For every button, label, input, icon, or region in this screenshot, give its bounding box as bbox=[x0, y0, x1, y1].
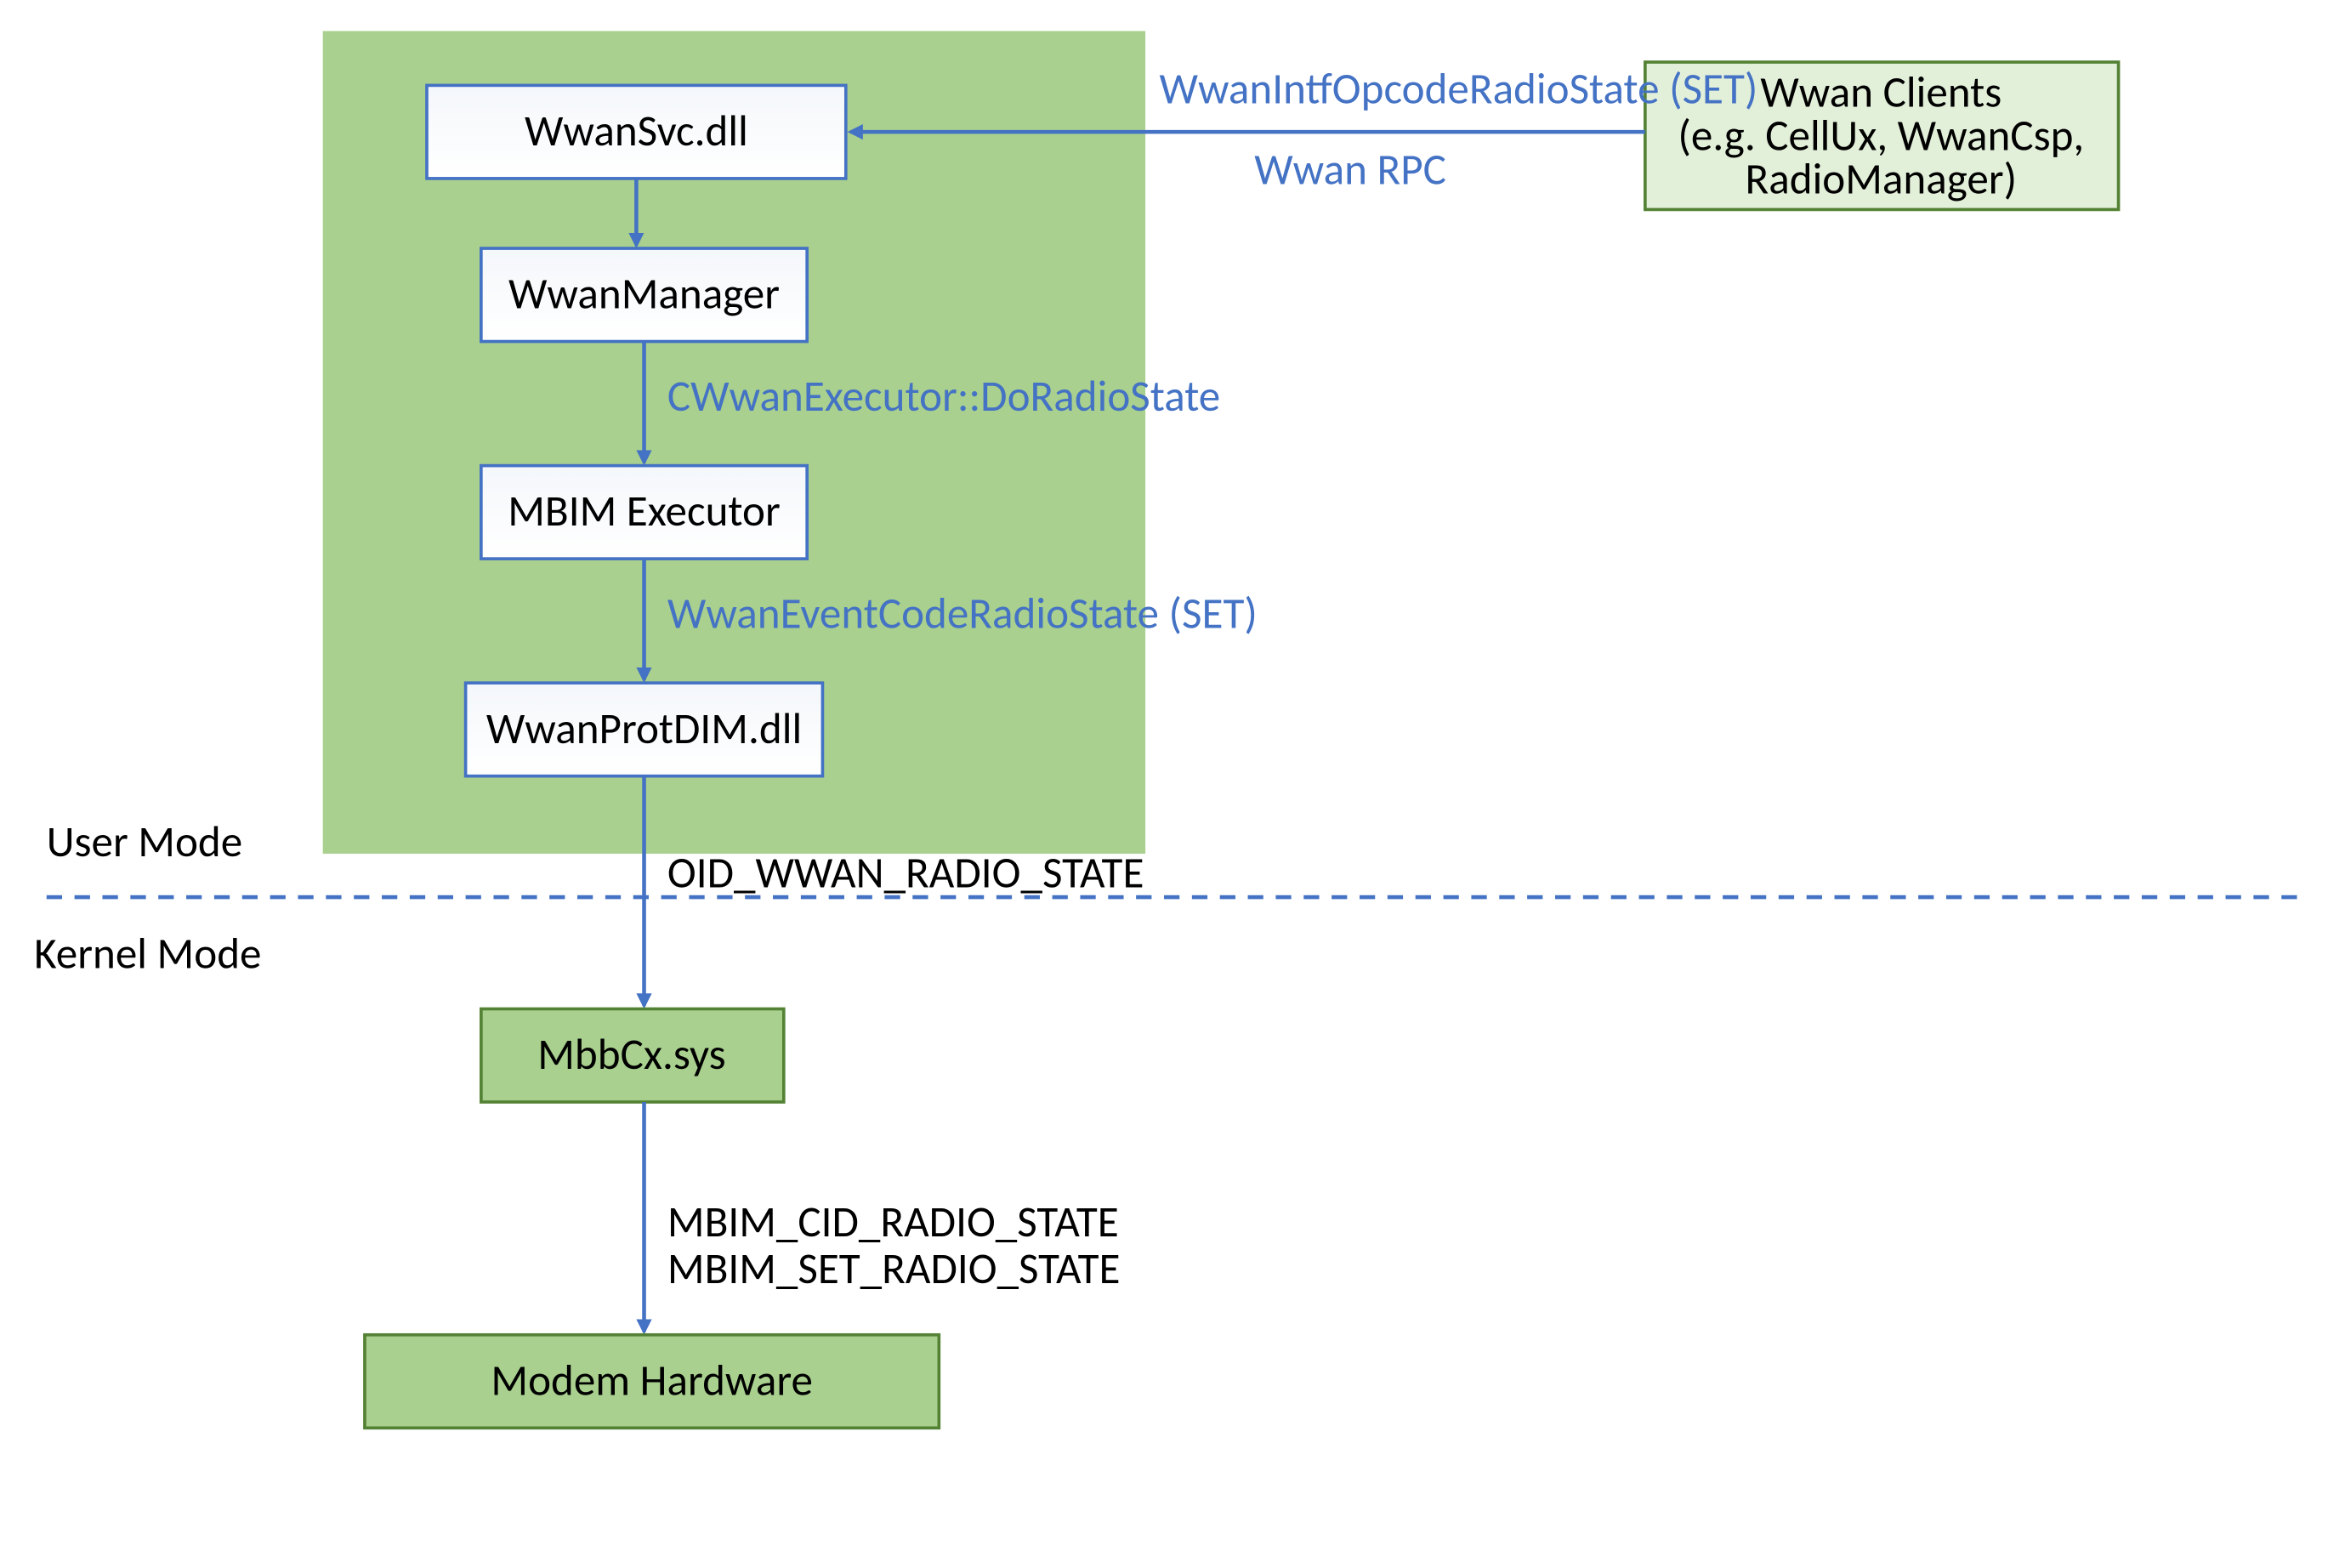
label-rpc: Wwan RPC bbox=[1254, 143, 1446, 196]
label-user-mode: User Mode bbox=[47, 815, 242, 868]
label-oid: OID_WWAN_RADIO_STATE bbox=[667, 846, 1144, 900]
label-mbim-l2: MBIM_SET_RADIO_STATE bbox=[667, 1241, 1121, 1295]
label-clients-l3: RadioManager) bbox=[1746, 152, 2018, 206]
label-wwanmanager: WwanManager bbox=[508, 267, 780, 321]
label-opcode: WwanIntfOpcodeRadioState (SET) bbox=[1160, 62, 1758, 116]
label-mbimexec: MBIM Executor bbox=[508, 484, 781, 537]
label-wwanprotdim: WwanProtDIM.dll bbox=[486, 702, 802, 755]
label-modem: Modem Hardware bbox=[491, 1353, 813, 1406]
label-event-code: WwanEventCodeRadioState (SET) bbox=[667, 587, 1258, 640]
label-kernel-mode: Kernel Mode bbox=[34, 926, 261, 980]
label-do-radio: CWwanExecutor::DoRadioState bbox=[667, 369, 1220, 423]
label-mbim-l1: MBIM_CID_RADIO_STATE bbox=[667, 1195, 1119, 1248]
label-mbbcx: MbbCx.sys bbox=[537, 1027, 725, 1081]
label-wwansvc: WwanSvc.dll bbox=[525, 104, 748, 157]
diagram-svg: WwanSvc.dll WwanManager CWwanExecutor::D… bbox=[0, 0, 2328, 1568]
